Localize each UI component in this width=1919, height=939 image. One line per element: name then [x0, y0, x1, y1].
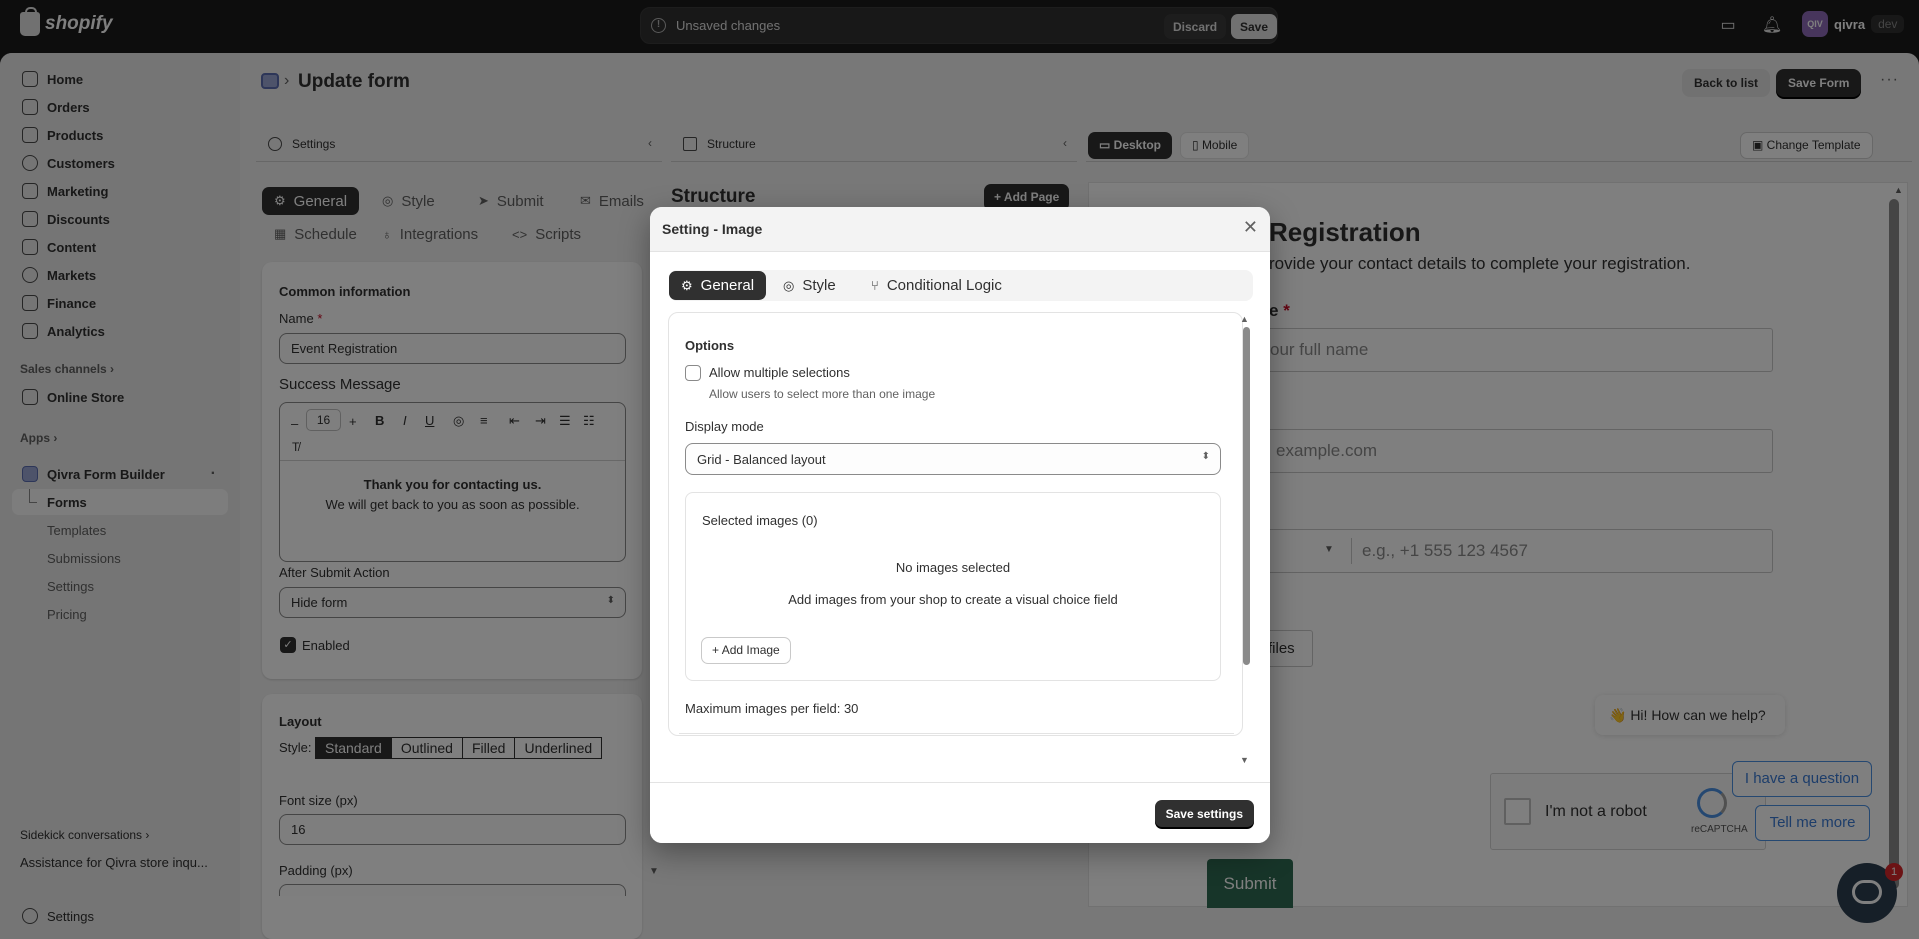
modal-title: Setting - Image: [662, 221, 763, 237]
gear-icon: ⚙: [681, 277, 693, 293]
display-mode-label: Display mode: [685, 419, 764, 434]
tab-label: Conditional Logic: [886, 277, 1002, 294]
display-mode-select[interactable]: Grid - Balanced layout ⬍: [685, 443, 1221, 475]
allow-multiple-help: Allow users to select more than one imag…: [709, 387, 936, 401]
modal-footer: Save settings: [650, 782, 1270, 843]
add-image-label: Add Image: [721, 643, 780, 657]
setting-image-modal: Setting - Image ✕ ⚙ General ◎ Style ⑂ Condi…: [650, 207, 1270, 843]
display-mode-value: Grid - Balanced layout: [697, 451, 826, 467]
modal-scrollbar[interactable]: [1243, 327, 1250, 665]
options-heading: Options: [685, 338, 735, 353]
tab-label: General: [700, 277, 755, 294]
modal-tab-general[interactable]: ⚙ General: [669, 271, 767, 300]
divider: [679, 733, 1234, 734]
no-images-text: No images selected: [895, 560, 1011, 575]
branch-icon: ⑂: [871, 278, 879, 293]
selected-images-heading: Selected images (0): [702, 513, 818, 528]
palette-icon: ◎: [783, 277, 795, 293]
tab-label: Style: [802, 277, 836, 294]
modal-tab-style[interactable]: ◎ Style: [771, 271, 848, 300]
close-icon[interactable]: ✕: [1243, 217, 1258, 238]
select-chevron-icon: ⬍: [1201, 451, 1210, 462]
save-settings-button[interactable]: Save settings: [1154, 800, 1254, 827]
modal-tabs: ⚙ General ◎ Style ⑂ Conditional Logic: [669, 270, 1253, 301]
no-images-help: Add images from your shop to create a vi…: [788, 592, 1118, 607]
allow-multiple-label: Allow multiple selections: [709, 365, 850, 380]
modal-header: Setting - Image ✕: [650, 207, 1270, 252]
add-image-button[interactable]: + Add Image: [701, 637, 791, 664]
max-images-text: Maximum images per field: 30: [685, 701, 859, 716]
modal-body: Options Allow multiple selections Allow …: [668, 312, 1243, 736]
modal-scroll-down-icon[interactable]: ▼: [1240, 755, 1249, 765]
modal-tab-conditional-logic[interactable]: ⑂ Conditional Logic: [859, 271, 1014, 300]
allow-multiple-checkbox[interactable]: [685, 365, 701, 381]
modal-scroll-up-icon[interactable]: ▲: [1240, 314, 1249, 324]
selected-images-box: Selected images (0) No images selected A…: [685, 492, 1221, 681]
